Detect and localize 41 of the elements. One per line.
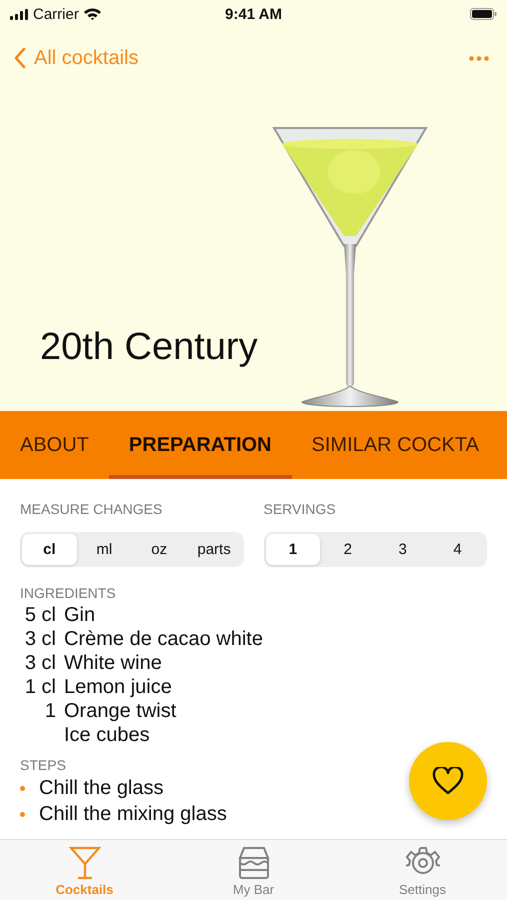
ingredient-amount: 3 cl <box>24 627 56 651</box>
ingredient-name: Gin <box>64 603 96 627</box>
segment-option[interactable]: cl <box>22 534 77 565</box>
section-label: SERVINGS <box>264 501 336 517</box>
ingredient-name: Lemon juice <box>64 675 172 699</box>
section-label: MEASURE CHANGES <box>20 501 162 517</box>
ingredient-amount: 5 cl <box>24 603 56 627</box>
section-label: STEPS <box>20 757 66 773</box>
segment-option[interactable]: oz <box>132 534 187 565</box>
ingredient-name: White wine <box>64 651 162 675</box>
ingredient-name: Ice cubes <box>64 723 150 747</box>
cocktail-title: 20th Century <box>40 326 258 369</box>
segment-option[interactable]: 4 <box>430 534 485 565</box>
step-text: Chill the mixing glass <box>39 802 227 827</box>
ingredient-amount: 1 <box>44 699 56 723</box>
segment-option[interactable]: 2 <box>320 534 376 565</box>
segment-option[interactable]: parts <box>186 534 242 565</box>
tab-bar-item[interactable]: Settings <box>338 840 507 900</box>
carrier-label: Carrier <box>33 6 79 22</box>
store-icon <box>236 846 270 880</box>
status-time: 9:41 AM <box>225 6 282 22</box>
tab[interactable]: SIMILAR COCKTA <box>292 411 499 479</box>
heart-icon <box>432 767 464 795</box>
segment-option[interactable]: ml <box>76 534 132 565</box>
ingredient-name: Crème de cacao white <box>64 627 263 651</box>
battery-icon <box>470 8 497 20</box>
signal-icon <box>10 8 28 20</box>
section-label: INGREDIENTS <box>20 585 116 601</box>
tab[interactable]: ABOUT <box>0 411 109 479</box>
cocktail-glass-icon <box>68 846 100 880</box>
bullet-icon <box>20 786 25 790</box>
ingredient-name: Orange twist <box>64 699 176 723</box>
ingredient-amount: 3 cl <box>24 651 56 675</box>
segment-option[interactable]: 1 <box>266 534 320 565</box>
segment-option[interactable]: 3 <box>375 534 430 565</box>
step-text: Chill the glass <box>39 776 164 801</box>
chevron-left-icon <box>14 47 26 69</box>
wifi-icon <box>84 8 101 20</box>
tab-bar-item[interactable]: My Bar <box>169 840 338 900</box>
bullet-icon <box>20 812 25 816</box>
ingredient-amount: 1 cl <box>24 675 56 699</box>
